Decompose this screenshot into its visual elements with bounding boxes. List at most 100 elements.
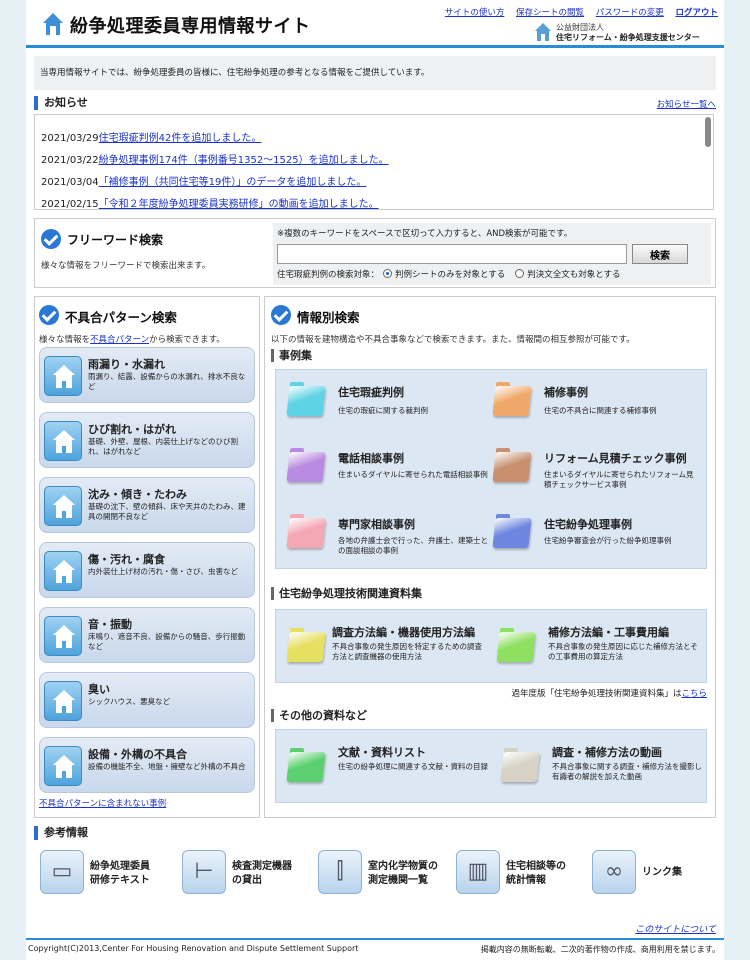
link-saved-sheets[interactable]: 保存シートの閲覧 bbox=[516, 8, 584, 18]
ref-training-text[interactable]: ▭ 紛争処理委員 研修テキスト bbox=[40, 850, 178, 898]
case-desc: 住まいるダイヤルに寄せられた電話相談事例 bbox=[338, 470, 488, 479]
news-item: 2021/02/15「令和２年度紛争処理委員実務研修」の動画を追加しました。 bbox=[41, 195, 379, 210]
case-title: 住宅瑕疵判例 bbox=[338, 386, 404, 399]
ref-label: 室内化学物質の 測定機関一覧 bbox=[368, 861, 438, 886]
footer-note: 掲載内容の無断転載、二次的著作物の作成、商用利用を禁じます。 bbox=[480, 945, 720, 954]
test-tube-icon: ⫿ bbox=[318, 850, 362, 894]
copyright: Copyright(C)2013,Center For Housing Reno… bbox=[28, 944, 359, 953]
check-circle-icon bbox=[39, 305, 59, 325]
ref-links[interactable]: ∞ リンク集 bbox=[592, 850, 720, 898]
search-target-label: 住宅瑕疵判例の検索対象： bbox=[277, 270, 380, 280]
pattern-card-crack[interactable]: ひび割れ・はがれ 基礎、外壁、屋根、内装仕上げなどのひび割れ、はがれなど bbox=[39, 412, 255, 468]
case-title: リフォーム見積チェック事例 bbox=[544, 452, 687, 465]
tech-title: 調査方法編・機器使用方法編 bbox=[332, 626, 475, 639]
pattern-card-noise[interactable]: 音・振動 床鳴り、遮音不良、設備からの騒音、歩行振動など bbox=[39, 607, 255, 663]
news-link[interactable]: 住宅瑕疵判例42件を追加しました。 bbox=[99, 133, 262, 144]
house-icon bbox=[44, 551, 82, 591]
pattern-card-odor[interactable]: 臭い シックハウス、悪臭など bbox=[39, 672, 255, 728]
home-logo-icon[interactable] bbox=[42, 12, 64, 36]
site-title[interactable]: 紛争処理委員専用情報サイト bbox=[70, 12, 311, 38]
news-link[interactable]: 「補修事例（共同住宅等19件）」のデータを追加しました。 bbox=[99, 177, 367, 188]
news-scrollbar[interactable] bbox=[705, 117, 711, 147]
org-line-2: 住宅リフォーム・紛争処理支援センター bbox=[556, 33, 700, 42]
news-item: 2021/03/04「補修事例（共同住宅等19件）」のデータを追加しました。 bbox=[41, 173, 366, 188]
org-logo[interactable]: 公益財団法人 住宅リフォーム・紛争処理支援センター bbox=[534, 20, 724, 44]
other-desc: 不具合事象に関する調査・補修方法を撮影し有識者の解説を加えた動画 bbox=[552, 762, 702, 781]
pattern-extra-link[interactable]: 不具合パターンに含まれない事例 bbox=[39, 797, 166, 809]
house-icon bbox=[44, 746, 82, 786]
folder-icon bbox=[492, 448, 532, 482]
cases-panel: 住宅瑕疵判例 住宅の瑕疵に関する裁判例 補修事例 住宅の不具合に関連する補修事例… bbox=[275, 369, 707, 569]
house-icon bbox=[44, 421, 82, 461]
folder-icon bbox=[286, 382, 326, 416]
link-icon: ∞ bbox=[592, 850, 636, 894]
radio-sheet-only[interactable] bbox=[383, 269, 393, 278]
pattern-card-tilt[interactable]: 沈み・傾き・たわみ 基礎の沈下、壁の傾斜、床や天井のたわみ、建具の開閉不良など bbox=[39, 477, 255, 533]
case-title: 専門家相談事例 bbox=[338, 518, 415, 531]
header: 紛争処理委員専用情報サイト サイトの使い方 保存シートの閲覧 パスワードの変更 … bbox=[26, 0, 724, 48]
radio-sheet-only-label[interactable]: 判例シートのみを対象とする bbox=[395, 270, 505, 280]
pattern-card-desc: 内外装仕上げ材の汚れ・傷・さび、虫害など bbox=[88, 567, 238, 576]
news-item: 2021/03/22紛争処理事例174件（事例番号1352〜1525）を追加しま… bbox=[41, 151, 389, 166]
news-list-link[interactable]: お知らせ一覧へ bbox=[657, 98, 716, 110]
ref-equipment-loan[interactable]: ⊢ 検査測定機器 の貸出 bbox=[182, 850, 320, 898]
check-circle-icon bbox=[41, 229, 61, 249]
news-date: 2021/03/22 bbox=[41, 155, 99, 166]
news-item: 2021/03/29住宅瑕疵判例42件を追加しました。 bbox=[41, 129, 261, 144]
pattern-card-equipment[interactable]: 設備・外構の不具合 設備の機能不全、地盤・擁壁など外構の不具合 bbox=[39, 737, 255, 793]
free-word-note: ※複数のキーワードをスペースで区切って入力すると、AND検索が可能です。 bbox=[277, 229, 573, 239]
folder-icon bbox=[500, 748, 540, 782]
news-link[interactable]: 紛争処理事例174件（事例番号1352〜1525）を追加しました。 bbox=[99, 155, 389, 166]
pattern-card-title: 雨漏り・水漏れ bbox=[88, 358, 165, 371]
ref-label: 検査測定機器 の貸出 bbox=[232, 861, 292, 886]
case-desc: 各地の弁護士会で行った、弁護士、建築士との面談相談の事例 bbox=[338, 536, 488, 555]
ref-label: 紛争処理委員 研修テキスト bbox=[90, 861, 150, 886]
past-edition-link[interactable]: こちら bbox=[681, 689, 707, 699]
free-word-form: ※複数のキーワードをスペースで区切って入力すると、AND検索が可能です。 検索 … bbox=[273, 223, 711, 285]
pattern-desc-link[interactable]: 不具合パターン bbox=[90, 335, 149, 345]
pattern-card-desc: 設備の機能不全、地盤・擁壁など外構の不具合 bbox=[88, 762, 246, 771]
news-title: お知らせ bbox=[34, 96, 88, 110]
pattern-card-title: 設備・外構の不具合 bbox=[88, 748, 187, 761]
link-change-password[interactable]: パスワードの変更 bbox=[596, 8, 664, 18]
ref-chemical-labs[interactable]: ⫿ 室内化学物質の 測定機関一覧 bbox=[318, 850, 456, 898]
bar-chart-icon: ▥ bbox=[456, 850, 500, 894]
folder-icon bbox=[496, 628, 536, 662]
pattern-card-title: ひび割れ・はがれ bbox=[88, 423, 176, 436]
logout-link[interactable]: ログアウト bbox=[675, 8, 718, 18]
radio-full-text[interactable] bbox=[515, 269, 525, 278]
about-site-link[interactable]: このサイトについて bbox=[635, 922, 716, 935]
pattern-card-desc: 基礎、外壁、屋根、内装仕上げなどのひび割れ、はがれなど bbox=[88, 437, 238, 456]
pattern-card-title: 傷・汚れ・腐食 bbox=[88, 553, 165, 566]
case-desc: 住まいるダイヤルに寄せられたリフォーム見積チェックサービス事例 bbox=[544, 470, 694, 489]
case-title: 補修事例 bbox=[544, 386, 588, 399]
pattern-card-title: 沈み・傾き・たわみ bbox=[88, 488, 187, 501]
news-date: 2021/02/15 bbox=[41, 199, 99, 210]
search-button[interactable]: 検索 bbox=[632, 244, 688, 264]
pattern-card-desc: シックハウス、悪臭など bbox=[88, 697, 171, 706]
pattern-card-leak[interactable]: 雨漏り・水漏れ 雨漏り、結露、設備からの水漏れ、排水不良など bbox=[39, 347, 255, 403]
free-word-title: フリーワード検索 bbox=[67, 233, 164, 247]
pattern-card-damage[interactable]: 傷・汚れ・腐食 内外装仕上げ材の汚れ・傷・さび、虫害など bbox=[39, 542, 255, 598]
pattern-desc: 様々な情報を不具合パターンから検索できます。 bbox=[39, 333, 225, 345]
news-link[interactable]: 「令和２年度紛争処理委員実務研修」の動画を追加しました。 bbox=[99, 199, 379, 209]
search-target: 住宅瑕疵判例の検索対象： 判例シートのみを対象とする 判決文全文も対象とする bbox=[277, 268, 621, 280]
other-desc: 住宅の紛争処理に関連する文献・資料の目録 bbox=[338, 762, 488, 771]
link-how-to-use[interactable]: サイトの使い方 bbox=[445, 8, 505, 18]
house-icon bbox=[44, 356, 82, 396]
info-title: 情報別検索 bbox=[297, 310, 360, 325]
folder-icon bbox=[286, 514, 326, 548]
other-title: 文献・資料リスト bbox=[338, 746, 426, 759]
free-word-input[interactable] bbox=[277, 244, 627, 264]
radio-full-text-label[interactable]: 判決文全文も対象とする bbox=[527, 270, 620, 280]
news-list[interactable]: 2021/03/29住宅瑕疵判例42件を追加しました。 2021/03/22紛争… bbox=[34, 114, 714, 210]
tech-heading: 住宅紛争処理技術関連資料集 bbox=[271, 587, 422, 600]
house-icon bbox=[44, 486, 82, 526]
pattern-title: 不具合パターン検索 bbox=[65, 310, 177, 325]
past-edition-note: 過年度版「住宅紛争処理技術関連資料集」はこちら bbox=[511, 687, 707, 699]
past-edition-text: 過年度版「住宅紛争処理技術関連資料集」は bbox=[511, 689, 682, 699]
pattern-desc-after: から検索できます。 bbox=[149, 335, 225, 345]
check-circle-icon bbox=[271, 305, 291, 325]
book-icon: ▭ bbox=[40, 850, 84, 894]
ref-statistics[interactable]: ▥ 住宅相談等の 統計情報 bbox=[456, 850, 594, 898]
